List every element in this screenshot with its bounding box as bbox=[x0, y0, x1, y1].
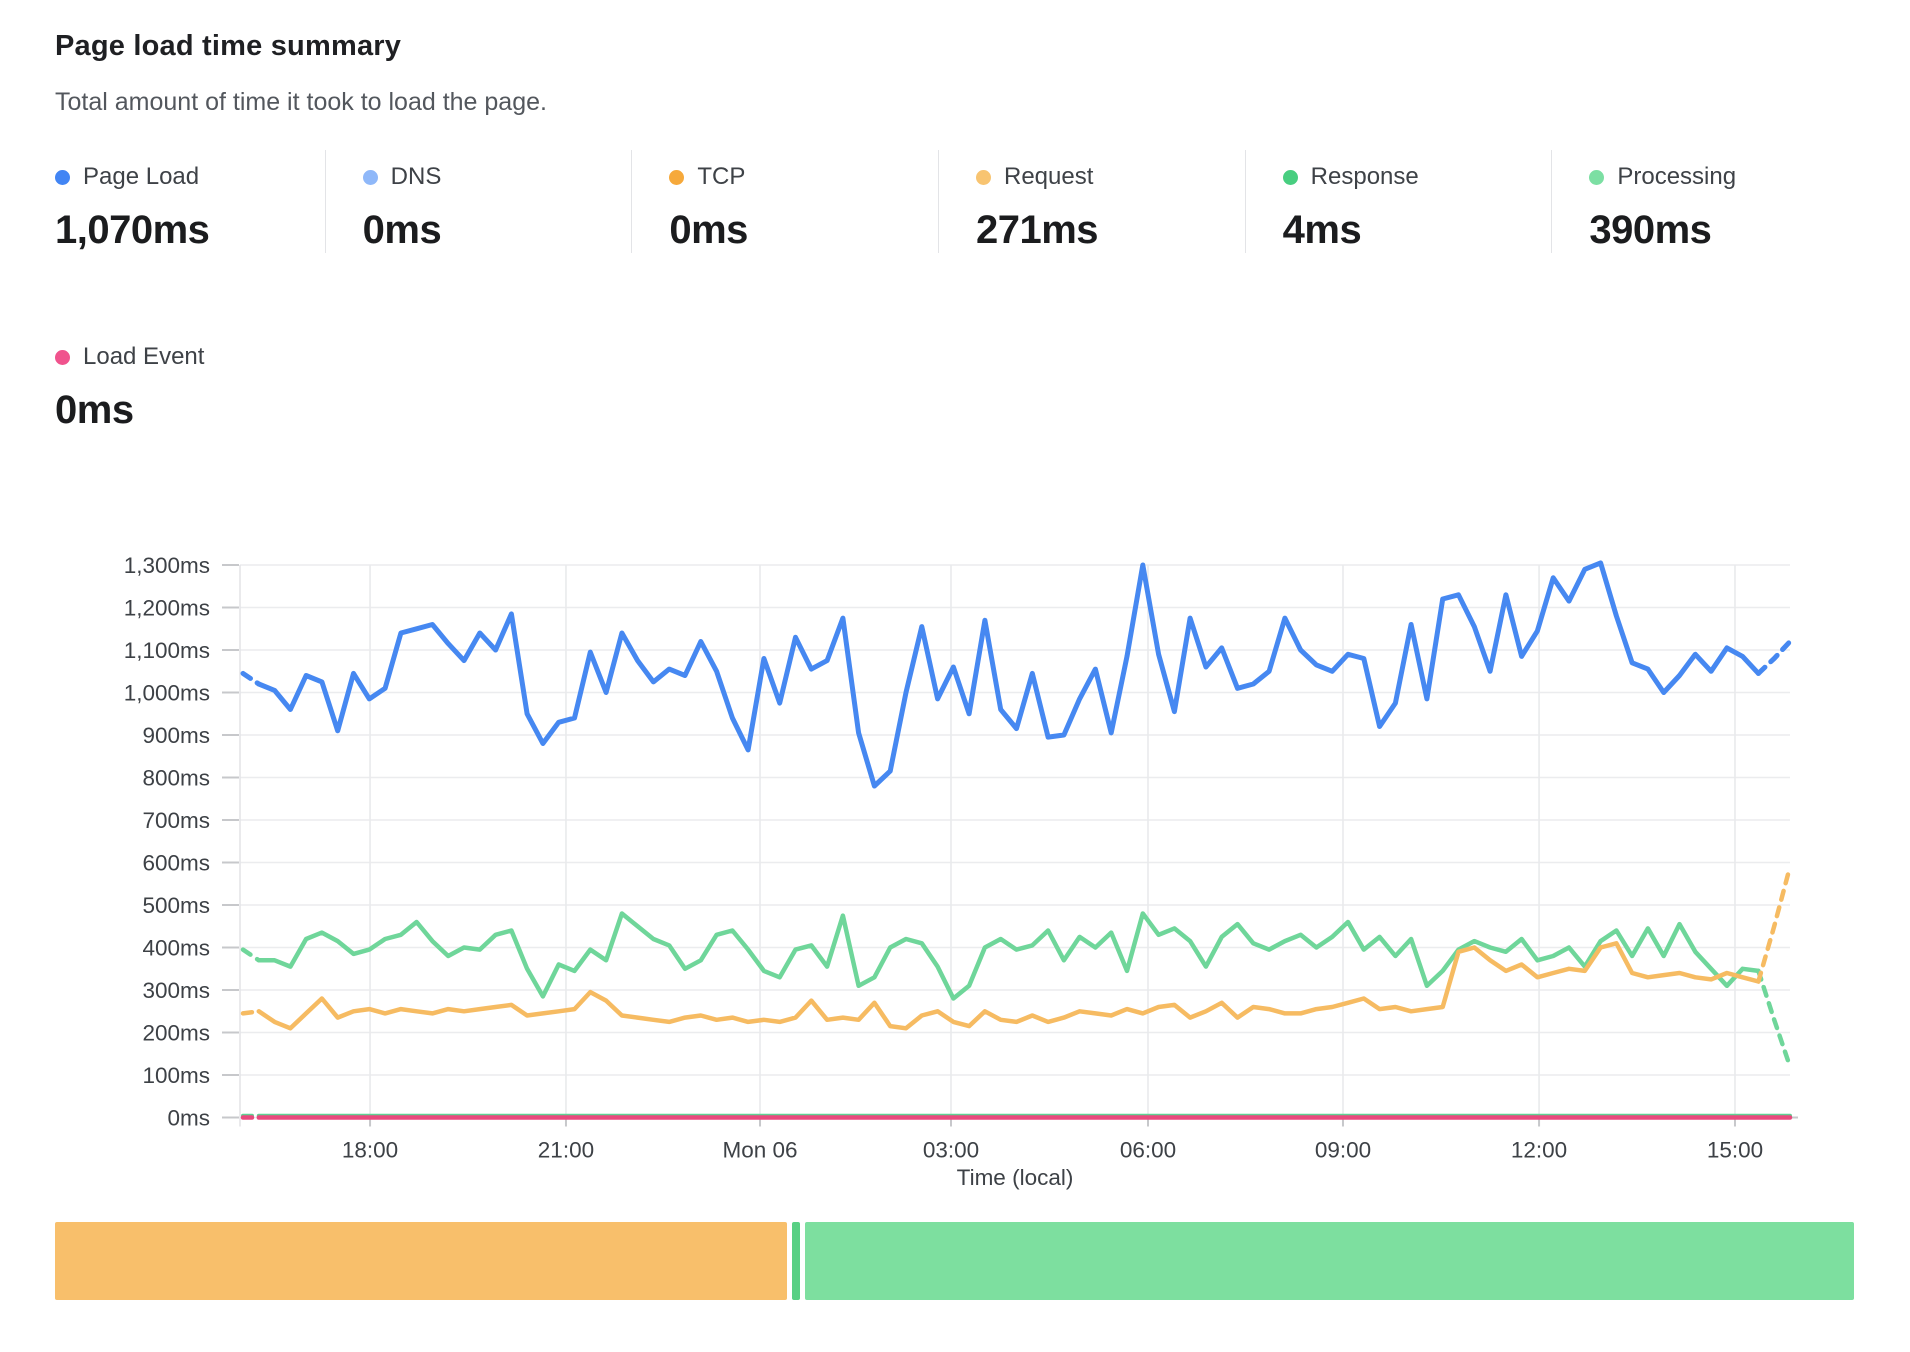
y-tick-label: 900ms bbox=[142, 723, 210, 748]
metric-label: Response bbox=[1311, 163, 1419, 191]
status-timeline-bar bbox=[55, 1222, 1858, 1300]
x-tick-label: 15:00 bbox=[1707, 1138, 1763, 1163]
x-tick-label: 03:00 bbox=[923, 1138, 979, 1163]
x-tick-label: 06:00 bbox=[1120, 1138, 1176, 1163]
metric-processing[interactable]: Processing 390ms bbox=[1551, 150, 1858, 253]
x-tick-label: 09:00 bbox=[1315, 1138, 1371, 1163]
metric-dns[interactable]: DNS 0ms bbox=[325, 150, 632, 253]
metric-value: 271ms bbox=[976, 208, 1245, 253]
metric-value: 390ms bbox=[1589, 208, 1858, 253]
request-dot-icon bbox=[976, 170, 991, 185]
metric-value: 1,070ms bbox=[55, 208, 325, 253]
metric-page-load[interactable]: Page Load 1,070ms bbox=[55, 150, 325, 253]
y-tick-label: 1,000ms bbox=[124, 681, 210, 706]
metric-value: 0ms bbox=[669, 208, 938, 253]
x-tick-label: 21:00 bbox=[538, 1138, 594, 1163]
y-tick-label: 800ms bbox=[142, 766, 210, 791]
x-tick-label: 12:00 bbox=[1511, 1138, 1567, 1163]
response-dot-icon bbox=[1283, 170, 1298, 185]
y-tick-label: 0ms bbox=[167, 1106, 210, 1131]
metrics-summary-row: Page Load 1,070ms DNS 0ms TCP 0ms Reques… bbox=[55, 150, 1858, 253]
metric-value: 0ms bbox=[55, 388, 204, 433]
x-tick-label: Mon 06 bbox=[722, 1138, 797, 1163]
y-tick-label: 1,300ms bbox=[124, 553, 210, 578]
y-tick-label: 100ms bbox=[142, 1063, 210, 1088]
metric-label: Processing bbox=[1617, 163, 1736, 191]
page-title: Page load time summary bbox=[55, 30, 401, 63]
load-event-dot-icon bbox=[55, 350, 70, 365]
y-tick-label: 600ms bbox=[142, 851, 210, 876]
metric-label: Load Event bbox=[83, 343, 204, 371]
metric-label: TCP bbox=[697, 163, 745, 191]
y-tick-label: 1,200ms bbox=[124, 596, 210, 621]
metric-label: Page Load bbox=[83, 163, 199, 191]
page-load-time-chart: 0ms 100ms 200ms 300ms 400ms 500ms 600ms 700ms 80… bbox=[0, 440, 1910, 1200]
x-tick-label: 18:00 bbox=[342, 1138, 398, 1163]
y-tick-label: 1,100ms bbox=[124, 638, 210, 663]
y-tick-label: 300ms bbox=[142, 978, 210, 1003]
dns-dot-icon bbox=[363, 170, 378, 185]
chart-canvas: 0ms 100ms 200ms 300ms 400ms 500ms 600ms 700ms 80… bbox=[0, 440, 1910, 1200]
metric-label: Request bbox=[1004, 163, 1093, 191]
y-tick-label: 700ms bbox=[142, 808, 210, 833]
processing-dot-icon bbox=[1589, 170, 1604, 185]
degraded-period bbox=[55, 1222, 787, 1300]
plot-area[interactable] bbox=[240, 565, 1790, 1118]
passing-period bbox=[805, 1222, 1854, 1300]
metric-load-event[interactable]: Load Event 0ms bbox=[55, 330, 204, 433]
metric-label: DNS bbox=[391, 163, 442, 191]
metric-request[interactable]: Request 271ms bbox=[938, 150, 1245, 253]
y-tick-label: 400ms bbox=[142, 936, 210, 961]
tcp-dot-icon bbox=[669, 170, 684, 185]
y-tick-label: 200ms bbox=[142, 1021, 210, 1046]
page-subtitle: Total amount of time it took to load the… bbox=[55, 88, 547, 117]
metric-value: 4ms bbox=[1283, 208, 1552, 253]
short-period bbox=[792, 1222, 800, 1300]
metric-tcp[interactable]: TCP 0ms bbox=[631, 150, 938, 253]
x-axis-title: Time (local) bbox=[957, 1165, 1074, 1190]
metric-value: 0ms bbox=[363, 208, 632, 253]
page-load-dot-icon bbox=[55, 170, 70, 185]
metric-response[interactable]: Response 4ms bbox=[1245, 150, 1552, 253]
y-tick-label: 500ms bbox=[142, 893, 210, 918]
